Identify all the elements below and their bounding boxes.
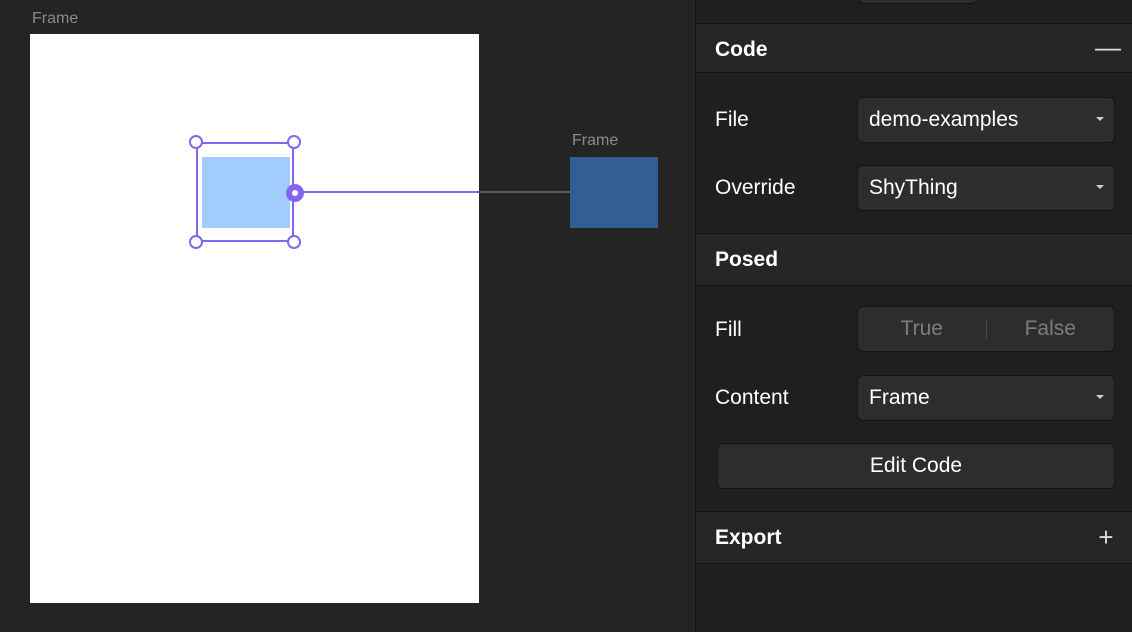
override-label: Override [715, 176, 796, 199]
chevron-down-icon [1096, 395, 1104, 399]
file-select[interactable]: demo-examples [857, 97, 1115, 143]
edit-code-button[interactable]: Edit Code [717, 443, 1115, 489]
main-frame[interactable] [30, 34, 479, 603]
resize-handle-top-left[interactable] [189, 135, 203, 149]
file-label: File [715, 108, 749, 131]
selection-outline [196, 142, 294, 242]
resize-handle-bottom-left[interactable] [189, 235, 203, 249]
code-section-header[interactable]: Code — [696, 23, 1132, 73]
canvas[interactable]: Frame Frame [0, 0, 695, 632]
content-select[interactable]: Frame [857, 375, 1115, 421]
content-label: Content [715, 386, 789, 409]
plus-icon[interactable]: + [1095, 524, 1117, 550]
fill-segmented-control: True False [857, 306, 1115, 352]
export-section-title: Export [715, 526, 782, 549]
main-frame-label[interactable]: Frame [32, 10, 78, 28]
code-section-title: Code [715, 38, 768, 61]
chevron-down-icon [1096, 117, 1104, 121]
side-frame[interactable] [570, 157, 658, 228]
fill-option-true[interactable]: True [858, 307, 986, 351]
properties-panel: Code — File demo-examples Override ShyTh… [695, 0, 1132, 632]
file-select-value: demo-examples [869, 108, 1019, 131]
posed-section-title: Posed [715, 248, 779, 271]
resize-handle-bottom-right[interactable] [287, 235, 301, 249]
fill-option-false[interactable]: False [987, 307, 1115, 351]
minus-icon[interactable]: — [1095, 34, 1121, 60]
export-section-header[interactable]: Export + [696, 511, 1132, 564]
override-select[interactable]: ShyThing [857, 165, 1115, 211]
override-select-value: ShyThing [869, 176, 958, 199]
fill-label: Fill [715, 318, 742, 341]
side-frame-label[interactable]: Frame [572, 132, 618, 150]
posed-section-header[interactable]: Posed [696, 233, 1132, 286]
resize-handle-top-right[interactable] [287, 135, 301, 149]
chevron-down-icon [1096, 185, 1104, 189]
content-select-value: Frame [869, 386, 930, 409]
connector-handle[interactable] [286, 184, 304, 202]
collapsed-control [858, 0, 978, 4]
